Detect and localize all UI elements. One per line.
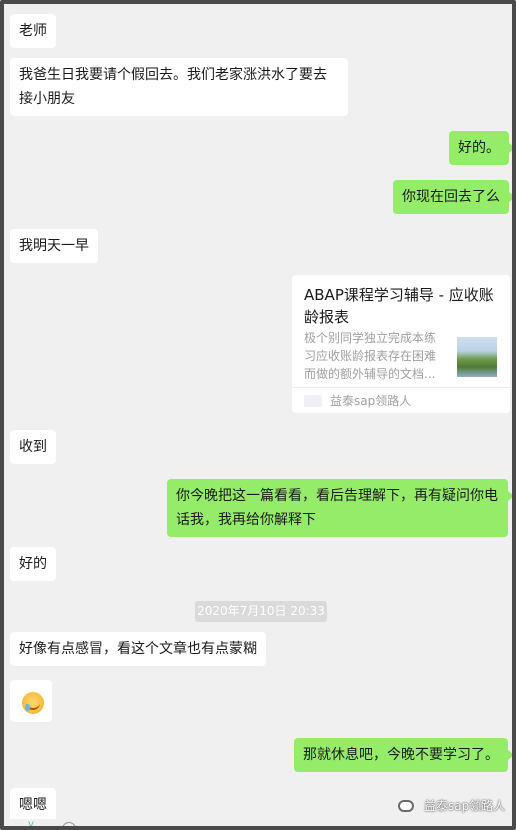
message-bubble-incoming[interactable]: 我爸生日我要请个假回去。我们老家涨洪水了要去接小朋友 — [10, 58, 348, 116]
card-divider — [292, 387, 510, 388]
article-source: 益泰sap领路人 — [330, 394, 412, 408]
article-thumbnail — [457, 337, 497, 377]
message-bubble-outgoing[interactable]: 你今晚把这一篇看看，看后告理解下，再有疑问你电话我，我再给你解释下 — [167, 479, 512, 537]
message-text: 那就休息吧，今晚不要学习了。 — [303, 747, 499, 763]
message-bubble-outgoing[interactable]: 那就休息吧，今晚不要学习了。 — [294, 738, 512, 772]
article-card[interactable]: ABAP课程学习辅导 - 应收账龄报表 极个别同学独立完成本练习应收账龄报表存在… — [292, 275, 510, 413]
message-bubble-incoming[interactable]: 老师 — [10, 14, 56, 48]
chat-window: 老师 我爸生日我要请个假回去。我们老家涨洪水了要去接小朋友 好的。 你现在回去了… — [0, 0, 516, 830]
message-text: 好像有点感冒，看这个文章也有点蒙糊 — [19, 641, 257, 657]
message-bubble-incoming[interactable]: 嗯嗯 — [10, 788, 56, 822]
message-bubble-incoming[interactable]: 好的 — [10, 547, 56, 581]
message-bubble-incoming[interactable]: 收到 — [10, 430, 56, 464]
message-bubble-incoming[interactable]: 我明天一早 — [10, 229, 98, 263]
emoji-face-icon[interactable] — [62, 822, 76, 826]
message-text: 你今晚把这一篇看看，看后告理解下，再有疑问你电话我，我再给你解释下 — [176, 488, 498, 528]
chat-timestamp: 2020年7月10日 20:33 — [195, 601, 327, 622]
watermark-text: 益泰sap领路人 — [424, 799, 506, 813]
message-bubble-incoming[interactable]: 好像有点感冒，看这个文章也有点蒙糊 — [10, 632, 266, 666]
voice-icon[interactable]: v — [28, 819, 34, 826]
article-title: ABAP课程学习辅导 - 应收账龄报表 — [304, 286, 494, 326]
crying-laughing-emoji-icon — [22, 692, 44, 714]
message-text: 你现在回去了么 — [402, 189, 500, 205]
message-text: 好的。 — [458, 140, 500, 156]
message-bubble-outgoing[interactable]: 你现在回去了么 — [393, 180, 512, 214]
message-text: 我爸生日我要请个假回去。我们老家涨洪水了要去接小朋友 — [19, 67, 327, 107]
message-text: 好的 — [19, 556, 47, 572]
article-description: 极个别同学独立完成本练习应收账龄报表存在困难而做的额外辅导的文档... — [304, 331, 437, 381]
source-logo-icon — [304, 395, 322, 407]
message-bubble-outgoing[interactable]: 好的。 — [449, 131, 512, 165]
message-text: 收到 — [19, 439, 47, 455]
message-text: 我明天一早 — [19, 238, 89, 254]
message-text: 老师 — [19, 23, 47, 39]
message-text: 嗯嗯 — [19, 797, 47, 813]
